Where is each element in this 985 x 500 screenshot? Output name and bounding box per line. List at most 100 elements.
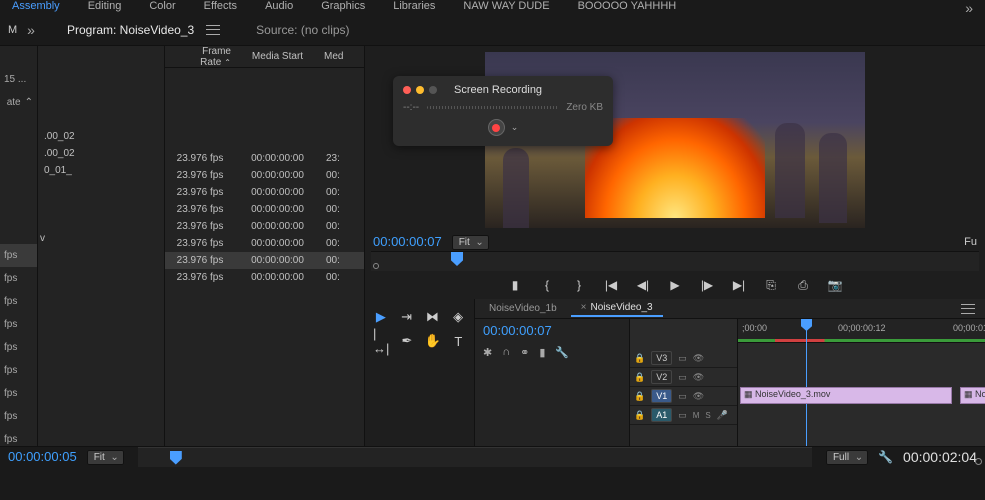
marker2-icon[interactable]: ▮ [539, 346, 545, 359]
col-media-start[interactable]: Media Start [235, 51, 320, 62]
solo-button[interactable]: S [705, 411, 710, 420]
program-ruler[interactable] [371, 251, 979, 271]
col-media-end[interactable]: Med [320, 51, 360, 62]
eye-icon[interactable]: 👁 [693, 353, 704, 364]
out-button[interactable]: } [571, 277, 587, 293]
seq-menu-icon[interactable] [961, 304, 975, 314]
footer-playhead[interactable] [170, 451, 182, 465]
lock-icon[interactable]: 🔒 [634, 391, 645, 402]
play-button[interactable]: ▶ [667, 277, 683, 293]
fx-icon[interactable]: ▭ [678, 353, 687, 364]
source-tab[interactable]: Source: (no clips) [254, 23, 351, 37]
table-row[interactable]: 23.976 fps00:00:00:0000: [165, 167, 364, 184]
go-out-button[interactable]: ▶| [731, 277, 747, 293]
step-back-button[interactable]: ◀| [635, 277, 651, 293]
fx-icon[interactable]: ▭ [678, 372, 687, 383]
seq-tab-2[interactable]: ×NoiseVideo_3 [571, 300, 663, 317]
timeline-clip[interactable]: ▦ NoiseVideo_3.mov [740, 387, 952, 404]
pen-tool[interactable]: ✒ [399, 332, 414, 350]
clip-item[interactable]: .00_02 [38, 128, 164, 145]
footer-full-select[interactable]: Full [826, 451, 868, 463]
clip-item[interactable]: v [38, 230, 164, 247]
menu-color[interactable]: Color [149, 0, 175, 12]
snap-icon[interactable]: ✱ [483, 346, 492, 359]
timeline-clip[interactable]: ▦ NoiseVic [960, 387, 985, 404]
menu-libraries[interactable]: Libraries [393, 0, 435, 12]
scroll-end-icon[interactable] [975, 458, 982, 465]
lock-icon[interactable]: 🔒 [634, 353, 645, 364]
razor-tool[interactable]: ◈ [450, 308, 466, 326]
track-a1[interactable]: 🔒 A1 ▭ M S 🎤 [630, 406, 737, 425]
table-row[interactable]: 23.976 fps00:00:00:0000: [165, 252, 364, 269]
menu-overflow-icon[interactable]: » [965, 0, 973, 16]
slip-tool[interactable]: |↔| [373, 332, 389, 350]
clip-item[interactable]: 0_01_ [38, 162, 164, 179]
fx-icon[interactable]: ▭ [678, 410, 687, 421]
footer-timecode[interactable]: 00:00:00:05 [8, 449, 77, 464]
clip-item[interactable] [38, 179, 164, 196]
table-row[interactable]: 23.976 fps00:00:00:0023: [165, 150, 364, 167]
eye-icon[interactable]: 👁 [693, 372, 704, 383]
footer-fit-select[interactable]: Fit [87, 451, 124, 463]
track-v3[interactable]: 🔒 V3 ▭ 👁 [630, 349, 737, 368]
clip-item[interactable]: .00_02 [38, 145, 164, 162]
menu-custom1[interactable]: NAW WAY DUDE [463, 0, 549, 12]
lock-icon[interactable]: 🔒 [634, 372, 645, 383]
menu-assembly[interactable]: Assembly [12, 0, 60, 12]
menu-editing[interactable]: Editing [88, 0, 122, 12]
in-button[interactable]: { [539, 277, 555, 293]
table-row[interactable]: 23.976 fps00:00:00:0000: [165, 235, 364, 252]
ripple-tool[interactable]: ⧓ [425, 308, 441, 326]
settings-icon[interactable]: 🔧 [878, 450, 893, 464]
type-tool[interactable]: T [451, 332, 466, 350]
timeline-ruler[interactable]: ;00:00 00;00:00:12 00;00:01:00 [738, 319, 985, 343]
table-row[interactable]: 23.976 fps00:00:00:0000: [165, 218, 364, 235]
step-fwd-button[interactable]: |▶ [699, 277, 715, 293]
ate-row[interactable]: ate⌃ [0, 91, 37, 114]
extract-button[interactable]: ⎙ [795, 277, 811, 293]
panel-menu-icon[interactable] [206, 25, 220, 35]
expand-icon[interactable]: » [27, 22, 35, 38]
footer-ruler[interactable] [138, 447, 812, 467]
col-frame-rate[interactable]: Frame Rate⌃ [165, 46, 235, 68]
track-v2[interactable]: 🔒 V2 ▭ 👁 [630, 368, 737, 387]
lift-button[interactable]: ⎘ [763, 277, 779, 293]
magnet-icon[interactable]: ∩ [502, 346, 510, 359]
table-row[interactable]: 23.976 fps00:00:00:0000: [165, 269, 364, 286]
go-in-button[interactable]: |◀ [603, 277, 619, 293]
playhead-icon[interactable] [451, 252, 463, 266]
mic-icon[interactable]: 🎤 [717, 410, 728, 421]
export-frame-button[interactable]: 📷 [827, 277, 843, 293]
mute-button[interactable]: M [693, 411, 700, 420]
table-row[interactable]: 23.976 fps00:00:00:0000: [165, 201, 364, 218]
program-tab[interactable]: Program: NoiseVideo_3 [65, 23, 196, 37]
eye-icon[interactable]: 👁 [693, 391, 704, 402]
lock-icon[interactable]: 🔒 [634, 410, 645, 421]
table-row[interactable]: 23.976 fps00:00:00:0000: [165, 184, 364, 201]
clip-item[interactable] [38, 247, 164, 264]
record-button[interactable] [488, 119, 505, 136]
timeline[interactable]: ;00:00 00;00:00:12 00;00:01:00 ▦ NoiseVi… [738, 319, 985, 446]
close-dot-icon[interactable] [403, 86, 411, 94]
clip-item[interactable] [38, 196, 164, 213]
clip-item[interactable] [38, 264, 164, 281]
track-select-tool[interactable]: ⇥ [399, 308, 415, 326]
track-v1[interactable]: 🔒 V1 ▭ 👁 [630, 387, 737, 406]
fit-select[interactable]: Fit [452, 236, 489, 248]
timeline-playhead[interactable] [806, 319, 807, 446]
clip-item[interactable] [38, 213, 164, 230]
hand-tool[interactable]: ✋ [425, 332, 441, 350]
sequence-timecode[interactable]: 00:00:00:07 [475, 319, 629, 342]
program-timecode[interactable]: 00:00:00:07 [373, 234, 442, 249]
min-dot-icon[interactable] [416, 86, 424, 94]
seq-tab-1[interactable]: NoiseVideo_1b [479, 301, 567, 316]
selection-tool[interactable]: ▶ [373, 308, 389, 326]
menu-audio[interactable]: Audio [265, 0, 293, 12]
marker-button[interactable]: ▮ [507, 277, 523, 293]
wrench-icon[interactable]: 🔧 [555, 346, 569, 359]
menu-graphics[interactable]: Graphics [321, 0, 365, 12]
menu-custom2[interactable]: BOOOOO YAHHHH [578, 0, 677, 12]
rec-options-icon[interactable]: ⌄ [511, 122, 519, 133]
fx-icon[interactable]: ▭ [678, 391, 687, 402]
menu-effects[interactable]: Effects [204, 0, 237, 12]
